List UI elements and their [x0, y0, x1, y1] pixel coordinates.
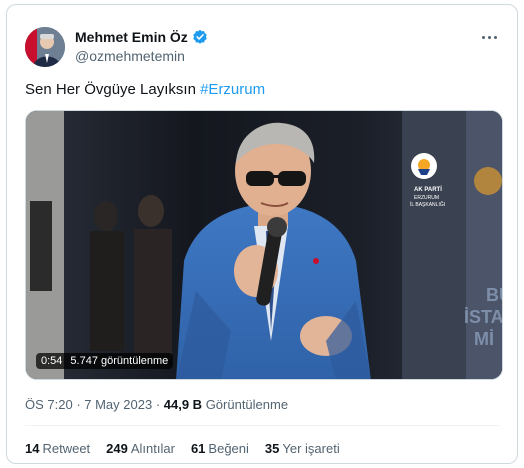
svg-text:İSTA: İSTA: [464, 307, 503, 327]
views-label: Görüntülenme: [202, 397, 289, 412]
stat-count: 61: [190, 441, 206, 456]
svg-text:İL BAŞKANLIĞI: İL BAŞKANLIĞI: [410, 201, 445, 208]
tweet-body: Sen Her Övgüye Layıksın: [25, 81, 201, 98]
stat-count: 249: [106, 441, 128, 456]
author-name[interactable]: Mehmet Emin Öz: [75, 29, 188, 45]
tweet-time[interactable]: ÖS 7:20: [25, 397, 73, 412]
video-views: 5.747 görüntülenme: [70, 355, 169, 367]
stat-label: Alıntılar: [130, 441, 175, 456]
svg-text:ERZURUM: ERZURUM: [414, 195, 439, 201]
tweet-card: Mehmet Emin Öz @ozmehmetemin Sen Her Övg…: [6, 4, 518, 464]
stat-retweets[interactable]: 14 Retweet: [25, 441, 90, 456]
video-duration: 0:54: [41, 355, 63, 367]
svg-text:AK PARTİ: AK PARTİ: [414, 186, 442, 193]
tweet-meta: ÖS 7:20 · 7 May 2023 · 44,9 B Görüntülen…: [25, 397, 288, 412]
svg-text:BU: BU: [486, 285, 503, 305]
stat-label: Retweet: [42, 441, 91, 456]
stat-quotes[interactable]: 249 Alıntılar: [106, 441, 175, 456]
author-name-row: Mehmet Emin Öz: [75, 29, 208, 45]
meta-separator: ·: [72, 397, 85, 412]
divider: [25, 425, 499, 426]
stat-count: 14: [25, 441, 40, 456]
stat-label: Beğeni: [208, 441, 249, 456]
verified-badge-icon: [192, 29, 208, 45]
more-options-icon[interactable]: [477, 27, 501, 47]
svg-text:Mİ: Mİ: [474, 329, 494, 349]
meta-separator: ·: [152, 397, 164, 412]
views-count: 44,9 B: [163, 397, 203, 412]
tweet-date[interactable]: 7 May 2023: [84, 397, 152, 412]
author-handle[interactable]: @ozmehmetemin: [75, 48, 185, 64]
avatar[interactable]: [25, 27, 65, 67]
stat-likes[interactable]: 61 Beğeni: [191, 441, 249, 456]
stat-bookmarks[interactable]: 35 Yer işareti: [265, 441, 340, 456]
video-info-badge: 0:54 5.747 görüntülenme: [36, 353, 174, 369]
hashtag-link[interactable]: #Erzurum: [200, 81, 265, 98]
stat-label: Yer işareti: [282, 441, 340, 456]
video-player[interactable]: BU İSTA Mİ AK PARTİ ERZURUM İL BAŞKANLIĞ…: [25, 110, 503, 380]
video-frame: BU İSTA Mİ AK PARTİ ERZURUM İL BAŞKANLIĞ…: [26, 111, 503, 379]
stat-count: 35: [264, 441, 280, 456]
engagement-stats: 14 Retweet 249 Alıntılar 61 Beğeni 35 Yer iş…: [25, 441, 340, 456]
tweet-text: Sen Her Övgüye Layıksın #Erzurum: [25, 81, 265, 98]
